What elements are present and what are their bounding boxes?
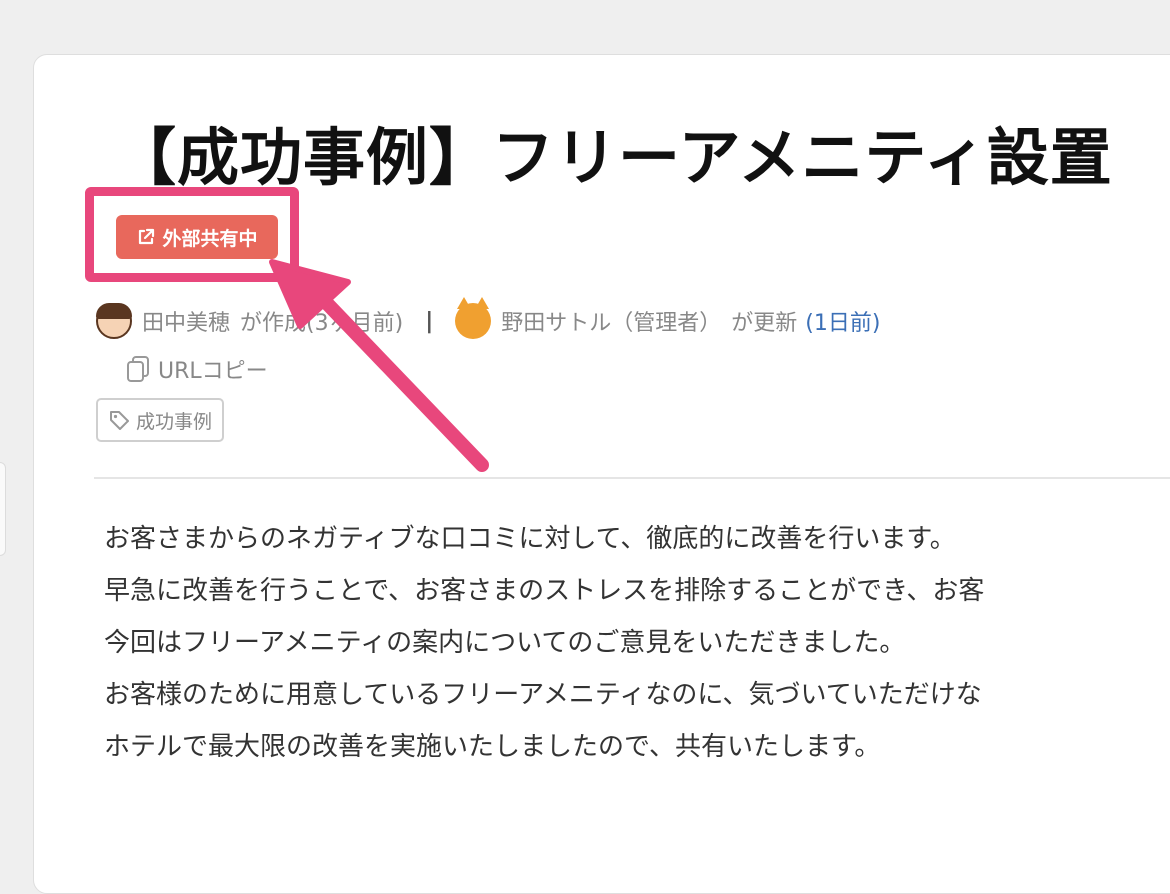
updater-avatar xyxy=(455,297,492,339)
copy-icon xyxy=(127,356,149,382)
article-body: お客さまからのネガティブな口コミに対して、徹底的に改善を行います。 早急に改善を… xyxy=(104,513,984,773)
article-meta: 田中美穂 が作成 (3ヶ月前) | 野田サトル（管理者） が更新 (1日前) xyxy=(96,297,880,339)
tag-label: 成功事例 xyxy=(136,410,213,433)
body-line: 今回はフリーアメニティの案内についてのご意見をいただきました。 xyxy=(104,628,906,658)
copy-url-label: URLコピー xyxy=(158,359,268,384)
updated-ago-link[interactable]: (1日前) xyxy=(805,305,880,337)
created-text: が作成 xyxy=(240,311,307,336)
article-card: 【成功事例】フリーアメニティ設置 外部共有中 田中美穂 が作成 (3ヶ月前) |… xyxy=(33,54,1170,894)
tag-chip[interactable]: 成功事例 xyxy=(96,398,225,442)
meta-separator: | xyxy=(425,308,434,334)
body-line: 早急に改善を行うことで、お客さまのストレスを排除することができ、お客 xyxy=(104,576,985,606)
author-avatar xyxy=(96,303,132,339)
updater-name[interactable]: 野田サトル（管理者） xyxy=(501,305,721,337)
updated-text: が更新 xyxy=(731,311,798,336)
side-panel-handle[interactable] xyxy=(0,462,6,556)
created-ago: (3ヶ月前) xyxy=(306,311,404,336)
copy-url-button[interactable]: URLコピー xyxy=(124,353,268,385)
body-line: お客さまからのネガティブな口コミに対して、徹底的に改善を行います。 xyxy=(104,524,956,554)
author-name[interactable]: 田中美穂 xyxy=(142,305,230,337)
page-title: 【成功事例】フリーアメニティ設置 xyxy=(114,121,1113,194)
divider xyxy=(94,477,1170,479)
annotation-highlight-box xyxy=(85,187,299,282)
body-line: お客様のために用意しているフリーアメニティなのに、気づいていただけな xyxy=(104,680,982,710)
body-line: ホテルで最大限の改善を実施いたしましたので、共有いたします。 xyxy=(104,732,881,762)
tag-icon xyxy=(110,411,129,430)
